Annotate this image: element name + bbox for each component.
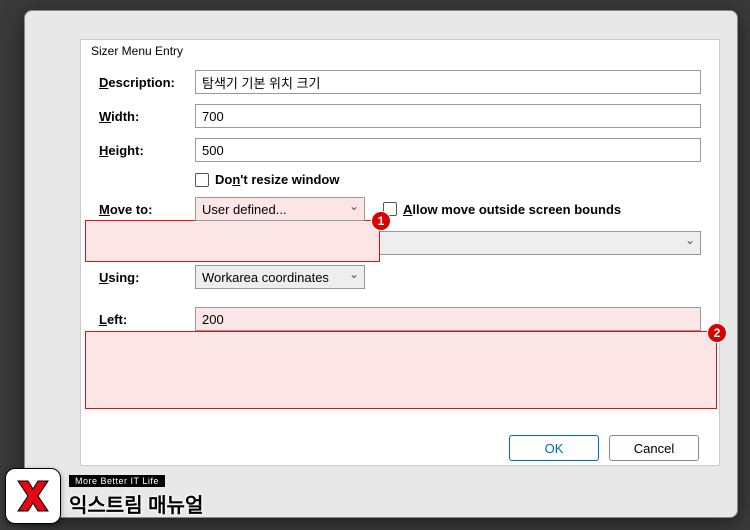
cancel-button[interactable]: Cancel: [609, 435, 699, 461]
win-checkbox[interactable]: [316, 381, 330, 395]
allow-outside-label: Allow move outside screen bounds: [403, 202, 621, 217]
ok-button[interactable]: OK: [509, 435, 599, 461]
label-using: Using:: [99, 270, 195, 285]
label-top: Top:: [99, 346, 195, 361]
using-select[interactable]: Workarea coordinates: [195, 265, 365, 289]
allow-outside-group[interactable]: Allow move outside screen bounds: [383, 202, 621, 217]
row-using: Using: Workarea coordinates: [99, 265, 701, 289]
label-move-to: Move to:: [99, 202, 195, 217]
dont-resize-label: Don't resize window: [215, 172, 339, 187]
row-left: Left:: [99, 307, 701, 331]
window-title: Sizer Menu Entry: [81, 40, 719, 64]
row-top: Top:: [99, 341, 701, 365]
row-shortcut: Shortcut key: Shift Ctrl Win Alt: [99, 375, 701, 401]
relative-to-select[interactable]: Active monitor: [195, 231, 701, 255]
label-shortcut: Shortcut key:: [99, 381, 195, 396]
row-width: Width:: [99, 104, 701, 128]
shift-checkbox[interactable]: [205, 381, 219, 395]
annotation-badge-2: 2: [707, 323, 727, 343]
alt-checkbox[interactable]: [370, 381, 384, 395]
win-group[interactable]: Win: [316, 381, 360, 396]
shift-group[interactable]: Shift: [205, 381, 254, 396]
row-relative-to: Relative to: Active monitor: [99, 231, 701, 255]
height-input[interactable]: [195, 138, 701, 162]
logo-slogan: More Better IT Life: [69, 475, 165, 487]
dialog-content: Description: Width: Height: Don't resize…: [81, 64, 719, 425]
description-input[interactable]: [195, 70, 701, 94]
top-input[interactable]: [195, 341, 701, 365]
width-input[interactable]: [195, 104, 701, 128]
alt-label: Alt: [390, 381, 407, 396]
label-height: Height:: [99, 143, 195, 158]
clear-key-button[interactable]: Clear Key: [537, 375, 619, 401]
ctrl-checkbox[interactable]: [264, 381, 278, 395]
move-to-select[interactable]: User defined...: [195, 197, 365, 221]
watermark-logo: More Better IT Life 익스트림 매뉴얼: [5, 468, 203, 524]
label-width: Width:: [99, 109, 195, 124]
row-height: Height:: [99, 138, 701, 162]
dialog: Sizer Menu Entry Description: Width: Hei…: [80, 39, 720, 466]
alt-group[interactable]: Alt: [370, 381, 407, 396]
label-description: Description:: [99, 75, 195, 90]
outer-frame: Sizer Menu Entry Description: Width: Hei…: [24, 10, 738, 518]
left-input[interactable]: [195, 307, 701, 331]
row-move-to: Move to: User defined... Allow move outs…: [99, 197, 701, 221]
label-relative-to: Relative to:: [99, 236, 195, 251]
label-left: Left:: [99, 312, 195, 327]
win-label: Win: [336, 381, 360, 396]
logo-name: 익스트림 매뉴얼: [69, 489, 203, 518]
dont-resize-checkbox[interactable]: [195, 173, 209, 187]
logo-mark: [5, 468, 61, 524]
dont-resize-checkbox-group[interactable]: Don't resize window: [195, 172, 339, 187]
logo-text: More Better IT Life 익스트림 매뉴얼: [69, 475, 203, 518]
annotation-badge-1: 1: [371, 211, 391, 231]
ctrl-label: Ctrl: [284, 381, 306, 396]
row-description: Description:: [99, 70, 701, 94]
shortcut-key-input[interactable]: [417, 376, 527, 400]
ctrl-group[interactable]: Ctrl: [264, 381, 306, 396]
dialog-buttons: OK Cancel: [81, 425, 719, 465]
logo-x-icon: [13, 476, 53, 516]
shift-label: Shift: [225, 381, 254, 396]
row-dont-resize: Don't resize window: [99, 172, 701, 187]
